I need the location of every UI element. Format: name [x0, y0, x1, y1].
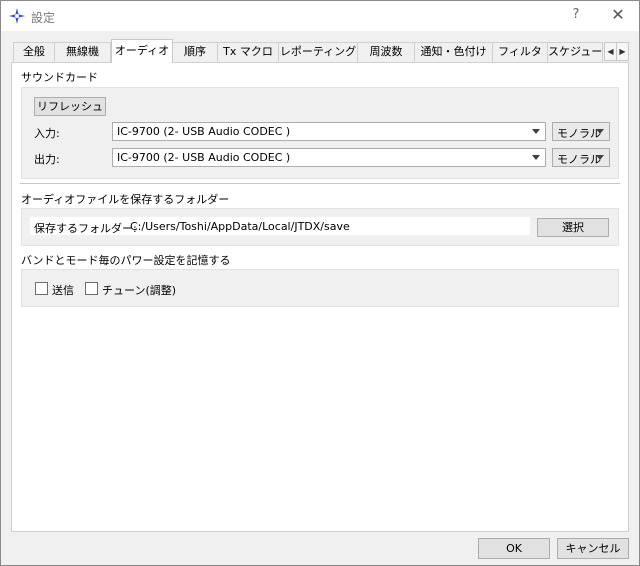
chevron-down-icon: [596, 129, 604, 134]
close-button[interactable]: ✕: [605, 5, 631, 27]
window-title: 設定: [31, 11, 56, 25]
tune-checkbox[interactable]: [85, 282, 98, 295]
save-folder-path: C:/Users/Toshi/AppData/Local/JTDX/save: [130, 220, 350, 233]
transmit-checkbox[interactable]: [35, 282, 48, 295]
ok-button[interactable]: OK: [478, 538, 550, 559]
tab-tx-macro[interactable]: Tx マクロ: [217, 42, 279, 62]
select-folder-button[interactable]: 選択: [537, 218, 609, 237]
tab-sequence[interactable]: 順序: [172, 42, 218, 62]
soundcard-group: リフレッシュ 入力: IC-9700 (2- USB Audio CODEC )…: [21, 87, 619, 179]
soundcard-group-title: サウンドカード: [21, 71, 98, 84]
input-label: 入力:: [34, 127, 60, 140]
power-memory-group: 送信 チューン(調整): [21, 269, 619, 307]
save-folder-group: 保存するフォルダー: C:/Users/Toshi/AppData/Local/…: [21, 208, 619, 246]
help-button[interactable]: ?: [563, 7, 589, 25]
output-channel-value: モノラル: [557, 153, 601, 166]
save-folder-label: 保存するフォルダー:: [34, 222, 137, 235]
output-channel-select[interactable]: モノラル: [552, 148, 610, 167]
cancel-button[interactable]: キャンセル: [557, 538, 629, 559]
title-bar: 設定 ? ✕: [1, 1, 639, 31]
tab-scroll-right-icon[interactable]: ▶: [616, 42, 629, 61]
tab-filter[interactable]: フィルタ: [492, 42, 548, 62]
output-device-value: IC-9700 (2- USB Audio CODEC ): [117, 151, 291, 164]
tab-general[interactable]: 全般: [13, 42, 55, 62]
output-device-select[interactable]: IC-9700 (2- USB Audio CODEC ): [112, 148, 546, 167]
transmit-label: 送信: [52, 284, 74, 297]
app-icon: [9, 8, 25, 24]
input-channel-select[interactable]: モノラル: [552, 122, 610, 141]
tab-radio[interactable]: 無線機: [54, 42, 111, 62]
input-channel-value: モノラル: [557, 127, 601, 140]
divider: [20, 183, 620, 185]
audio-tab-pane: サウンドカード リフレッシュ 入力: IC-9700 (2- USB Audio…: [11, 62, 629, 532]
chevron-down-icon: [596, 155, 604, 160]
tab-schedule[interactable]: スケジュー: [547, 42, 603, 62]
input-device-value: IC-9700 (2- USB Audio CODEC ): [117, 125, 291, 138]
settings-window: 設定 ? ✕ 全般 無線機 オーディオ 順序 Tx マクロ レポーティング 周波…: [0, 0, 640, 566]
power-memory-group-title: バンドとモード毎のパワー設定を記憶する: [21, 254, 231, 267]
tab-frequencies[interactable]: 周波数: [357, 42, 415, 62]
tab-audio[interactable]: オーディオ: [111, 39, 173, 63]
tab-reporting[interactable]: レポーティング: [278, 42, 358, 62]
input-device-select[interactable]: IC-9700 (2- USB Audio CODEC ): [112, 122, 546, 141]
tab-notifications-colors[interactable]: 通知・色付け: [414, 42, 493, 62]
refresh-button[interactable]: リフレッシュ: [34, 97, 106, 116]
tune-label: チューン(調整): [102, 284, 177, 297]
chevron-down-icon: [532, 155, 540, 160]
save-folder-group-title: オーディオファイルを保存するフォルダー: [21, 193, 230, 206]
chevron-down-icon: [532, 129, 540, 134]
save-folder-field: 保存するフォルダー: C:/Users/Toshi/AppData/Local/…: [30, 217, 530, 235]
output-label: 出力:: [34, 153, 60, 166]
